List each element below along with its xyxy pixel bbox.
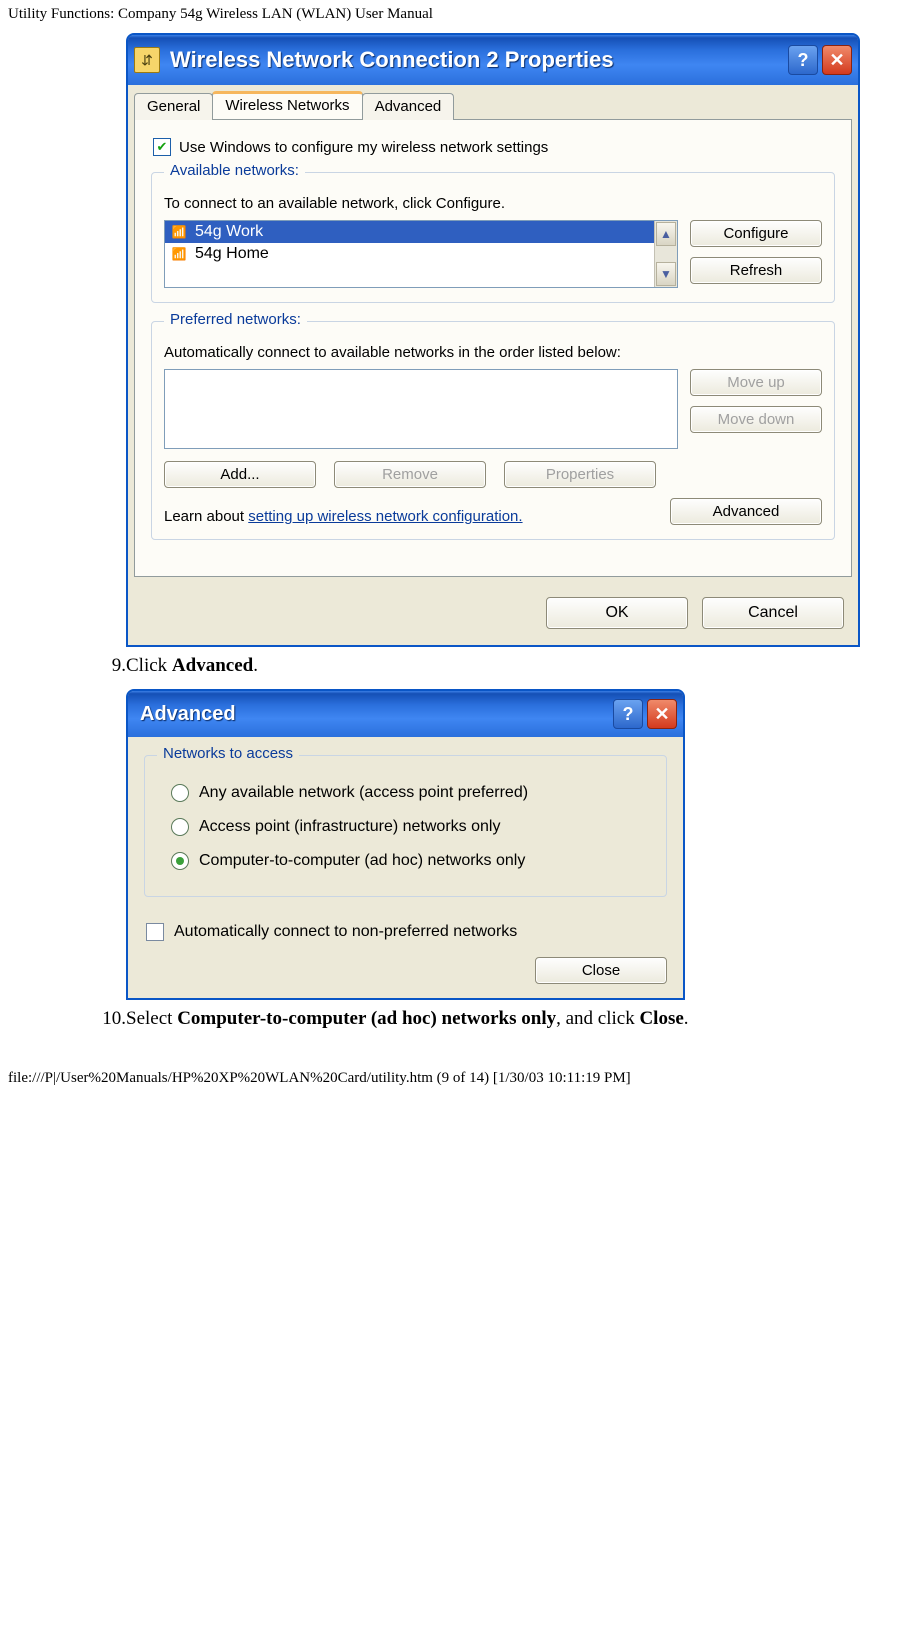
radio-access-point-only[interactable]: Access point (infrastructure) networks o… xyxy=(171,818,652,836)
tab-wireless-networks[interactable]: Wireless Networks xyxy=(212,91,362,119)
move-up-button[interactable]: Move up xyxy=(690,369,822,396)
preferred-networks-list[interactable] xyxy=(164,369,678,449)
move-down-button[interactable]: Move down xyxy=(690,406,822,433)
window-title: Wireless Network Connection 2 Properties xyxy=(170,47,788,73)
titlebar[interactable]: ⇵ Wireless Network Connection 2 Properti… xyxy=(128,35,858,85)
radio-any-available[interactable]: Any available network (access point pref… xyxy=(171,784,652,802)
scroll-up-icon[interactable]: ▲ xyxy=(656,222,676,246)
available-networks-list[interactable]: 📶 54g Work 📶 54g Home ▲ ▼ xyxy=(164,220,678,288)
close-button[interactable]: ✕ xyxy=(822,45,852,75)
radio-label: Computer-to-computer (ad hoc) networks o… xyxy=(199,852,525,870)
learn-text: Learn about setting up wireless network … xyxy=(164,508,650,525)
radio-adhoc-only[interactable]: Computer-to-computer (ad hoc) networks o… xyxy=(171,852,652,870)
list-item[interactable]: 📶 54g Work xyxy=(165,221,654,243)
networks-to-access-group: Networks to access Any available network… xyxy=(144,755,667,897)
available-networks-group: Available networks: To connect to an ava… xyxy=(151,172,835,303)
tab-strip: General Wireless Networks Advanced xyxy=(128,85,858,119)
advanced-button[interactable]: Advanced xyxy=(670,498,822,525)
radio-label: Any available network (access point pref… xyxy=(199,784,528,802)
available-hint: To connect to an available network, clic… xyxy=(164,195,822,212)
networks-to-access-legend: Networks to access xyxy=(157,745,299,762)
titlebar[interactable]: Advanced ? ✕ xyxy=(128,691,683,737)
properties-window: ⇵ Wireless Network Connection 2 Properti… xyxy=(126,33,860,647)
tab-panel: ✔ Use Windows to configure my wireless n… xyxy=(134,119,852,577)
radio-icon xyxy=(171,852,189,870)
window-icon: ⇵ xyxy=(134,47,160,73)
scroll-down-icon[interactable]: ▼ xyxy=(656,262,676,286)
network-icon: 📶 xyxy=(171,246,187,262)
help-button[interactable]: ? xyxy=(613,699,643,729)
available-legend: Available networks: xyxy=(164,162,305,179)
radio-icon xyxy=(171,818,189,836)
remove-button[interactable]: Remove xyxy=(334,461,486,488)
configure-button[interactable]: Configure xyxy=(690,220,822,247)
refresh-button[interactable]: Refresh xyxy=(690,257,822,284)
preferred-legend: Preferred networks: xyxy=(164,311,307,328)
preferred-networks-group: Preferred networks: Automatically connec… xyxy=(151,321,835,540)
tab-general[interactable]: General xyxy=(134,93,213,120)
instruction-step-9: 9. Click Advanced. xyxy=(8,655,890,677)
window-title: Advanced xyxy=(134,703,613,726)
radio-icon xyxy=(171,784,189,802)
close-button[interactable]: ✕ xyxy=(647,699,677,729)
help-button[interactable]: ? xyxy=(788,45,818,75)
checkbox-icon xyxy=(146,923,164,941)
properties-button[interactable]: Properties xyxy=(504,461,656,488)
scrollbar[interactable]: ▲ ▼ xyxy=(654,221,677,287)
network-name: 54g Work xyxy=(195,223,263,241)
auto-connect-checkbox-row[interactable]: Automatically connect to non-preferred n… xyxy=(146,923,667,941)
network-name: 54g Home xyxy=(195,245,269,263)
list-item[interactable]: 📶 54g Home xyxy=(165,243,654,265)
dialog-footer: OK Cancel xyxy=(128,583,858,645)
preferred-hint: Automatically connect to available netwo… xyxy=(164,344,822,361)
network-icon: 📶 xyxy=(171,224,187,240)
checkmark-icon: ✔ xyxy=(153,138,171,156)
use-windows-checkbox-row[interactable]: ✔ Use Windows to configure my wireless n… xyxy=(153,138,837,156)
ok-button[interactable]: OK xyxy=(546,597,688,629)
cancel-button[interactable]: Cancel xyxy=(702,597,844,629)
auto-connect-label: Automatically connect to non-preferred n… xyxy=(174,923,517,941)
use-windows-label: Use Windows to configure my wireless net… xyxy=(179,139,548,156)
page-footer: file:///P|/User%20Manuals/HP%20XP%20WLAN… xyxy=(0,1042,898,1097)
close-button[interactable]: Close xyxy=(535,957,667,984)
instruction-step-10: 10. Select Computer-to-computer (ad hoc)… xyxy=(8,1008,890,1030)
advanced-window: Advanced ? ✕ Networks to access Any avai… xyxy=(126,689,685,1000)
radio-label: Access point (infrastructure) networks o… xyxy=(199,818,500,836)
page-header: Utility Functions: Company 54g Wireless … xyxy=(0,0,898,33)
add-button[interactable]: Add... xyxy=(164,461,316,488)
learn-link[interactable]: setting up wireless network configuratio… xyxy=(248,508,522,525)
tab-advanced[interactable]: Advanced xyxy=(362,93,455,120)
